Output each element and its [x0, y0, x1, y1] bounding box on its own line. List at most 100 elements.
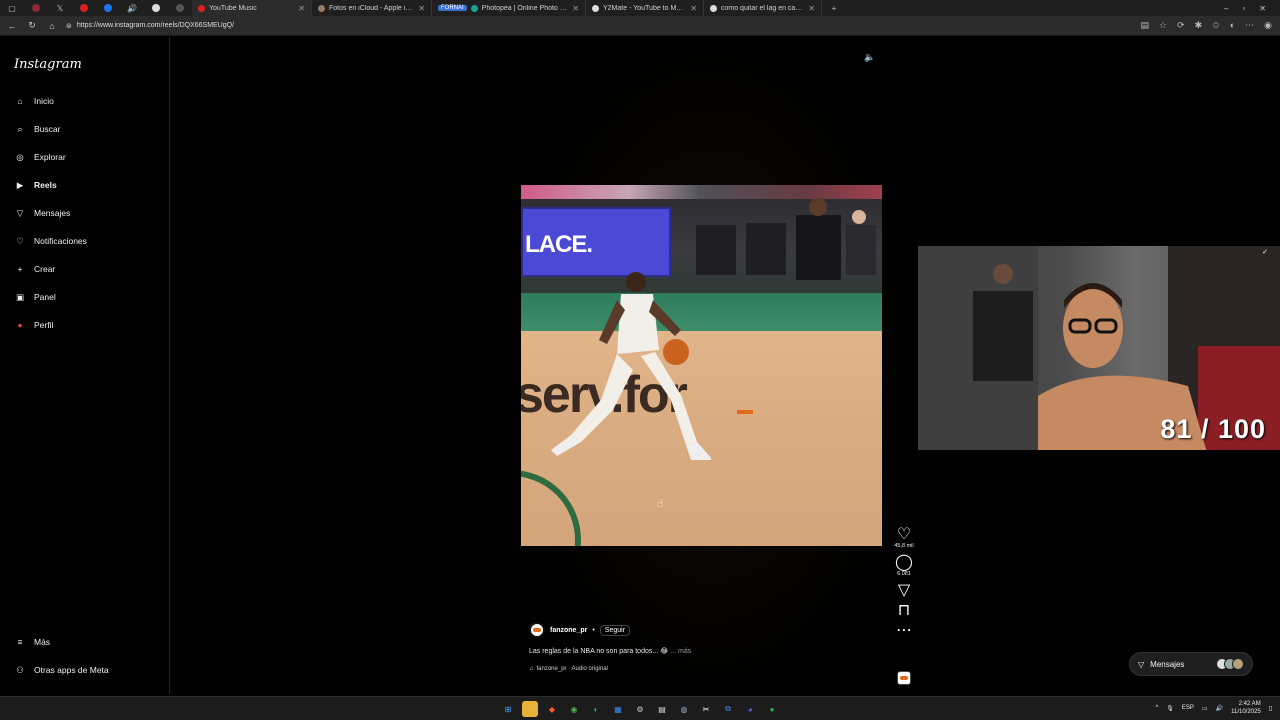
- browser-toolbar: ▤ ☆ ⟳ ✱ ✩ ◐ ⋯ ◉: [1140, 20, 1274, 31]
- share-action[interactable]: ▽: [897, 582, 911, 599]
- display-icon[interactable]: ▭: [1202, 705, 1208, 712]
- new-tab-button[interactable]: +: [822, 0, 846, 16]
- reel-video[interactable]: LACE. serv.for: [521, 185, 882, 546]
- url-field[interactable]: ⊜ https://www.instagram.com/reels/DQX66S…: [66, 19, 1132, 33]
- bookmark-icon[interactable]: ⊓: [897, 602, 911, 619]
- pinned-tab-youtube[interactable]: [72, 0, 96, 16]
- extensions-icon[interactable]: ✱: [1195, 20, 1203, 31]
- home-browser-icon[interactable]: ⌂: [46, 20, 58, 32]
- tab-youtube-music[interactable]: YouTube Music ✕: [192, 0, 312, 16]
- audio-row[interactable]: ♫ fanzone_pr · Audio original: [529, 666, 869, 672]
- sidebar-item-panel[interactable]: ▣ Panel: [14, 289, 56, 305]
- close-tab-icon[interactable]: ✕: [808, 4, 815, 13]
- close-tab-icon[interactable]: ✕: [418, 4, 425, 13]
- language-indicator[interactable]: ESP: [1182, 705, 1194, 711]
- pinned-tab-chrome[interactable]: [144, 0, 168, 16]
- url-text[interactable]: https://www.instagram.com/reels/DQX66SME…: [77, 22, 234, 29]
- heart-icon[interactable]: ♡: [897, 526, 911, 543]
- edge-icon[interactable]: ◐: [588, 701, 604, 717]
- steam-icon[interactable]: ◍: [676, 701, 692, 717]
- sidebar-item-crear[interactable]: + Crear: [14, 261, 56, 277]
- edge-copilot-icon[interactable]: ◉: [1264, 20, 1272, 31]
- close-window-icon[interactable]: ✕: [1259, 4, 1266, 13]
- sidebar-item-reels[interactable]: ▶ Reels: [14, 177, 57, 193]
- reel-post-meta: fanzone_pr • Seguir Las reglas de la NBA…: [529, 622, 869, 672]
- back-icon[interactable]: ←: [6, 20, 18, 32]
- notifications-icon[interactable]: ▯: [1269, 705, 1272, 712]
- site-info-icon[interactable]: ⊜: [66, 22, 72, 30]
- sidebar-item-buscar[interactable]: ⌕ Buscar: [14, 121, 61, 137]
- audio-thumbnail[interactable]: [897, 671, 911, 685]
- settings-icon[interactable]: ⚙: [632, 701, 648, 717]
- author-avatar[interactable]: [529, 622, 545, 638]
- pinned-tab[interactable]: [24, 0, 48, 16]
- pinned-tab-facebook[interactable]: [96, 0, 120, 16]
- more-icon[interactable]: ⋯: [1245, 20, 1254, 31]
- refresh-icon[interactable]: ↻: [26, 20, 38, 32]
- clock-date: 11/10/2025: [1231, 709, 1261, 715]
- comment-action[interactable]: ◯ 6.081: [895, 554, 913, 577]
- tab-icloud[interactable]: Fotos en iCloud - Apple iCloud ✕: [312, 0, 432, 16]
- pinned-tab-x[interactable]: 𝕏: [48, 0, 72, 16]
- file-explorer-icon[interactable]: [522, 701, 538, 717]
- sidebar-item-inicio[interactable]: ⌂ Inicio: [14, 93, 53, 109]
- taskbar-clock[interactable]: 2:42 AM 11/10/2025: [1231, 700, 1261, 716]
- minimize-icon[interactable]: –: [1224, 4, 1228, 13]
- home-icon: ⌂: [17, 96, 23, 106]
- google-icon: [710, 4, 717, 12]
- browser-tab-strip: ▢ 𝕏 🔊 YouTube Music ✕ Fotos en iCloud - …: [0, 0, 1280, 16]
- chrome-icon[interactable]: ◉: [566, 701, 582, 717]
- close-tab-icon[interactable]: ✕: [572, 4, 579, 13]
- copilot-icon[interactable]: ◐: [1230, 20, 1235, 31]
- capcut-icon[interactable]: ✂: [698, 701, 714, 717]
- spotify-icon[interactable]: ●: [764, 701, 780, 717]
- sidebar-item-mas[interactable]: ≡ Más: [14, 634, 51, 650]
- brave-icon[interactable]: ◆: [544, 701, 560, 717]
- favorite-star-icon[interactable]: ☆: [1159, 20, 1167, 31]
- close-tab-icon[interactable]: ✕: [298, 4, 305, 13]
- sidebar-item-meta-apps[interactable]: ⚇ Otras apps de Meta: [14, 662, 108, 678]
- sidebar-item-perfil[interactable]: ● Perfil: [14, 317, 53, 333]
- send-icon[interactable]: ▽: [897, 582, 911, 599]
- more-action[interactable]: ⋯: [896, 622, 912, 639]
- favorites-icon[interactable]: ✩: [1212, 20, 1220, 31]
- tab-actions-icon[interactable]: ▢: [0, 0, 24, 16]
- avatar: [1232, 658, 1244, 670]
- avatar-icon: ●: [17, 320, 23, 330]
- speaker-icon[interactable]: 🔊: [1216, 705, 1223, 712]
- messages-label: Mensajes: [1150, 659, 1185, 669]
- notepad-icon[interactable]: ▤: [654, 701, 670, 717]
- photos-icon[interactable]: ▦: [610, 701, 626, 717]
- windows-start-icon[interactable]: ⊞: [500, 701, 516, 717]
- sidebar-item-mensajes[interactable]: ▽ Mensajes: [14, 205, 71, 221]
- chevron-up-icon[interactable]: ^: [1155, 705, 1158, 711]
- tab-y2mate[interactable]: Y2Mate - YouTube to MP3 Conv... ✕: [586, 0, 704, 16]
- restore-icon[interactable]: ▫: [1242, 4, 1245, 13]
- tab-google-search[interactable]: como quitar el lag en capcut pc... ✕: [704, 0, 822, 16]
- messages-pill[interactable]: ▽ Mensajes: [1129, 652, 1253, 676]
- pinned-tab-audio[interactable]: 🔊: [120, 0, 144, 16]
- sidebar-item-notificaciones[interactable]: ♡ Notificaciones: [14, 233, 87, 249]
- more-options-icon[interactable]: ⋯: [896, 622, 912, 639]
- audio-label[interactable]: fanzone_pr · Audio original: [537, 666, 608, 672]
- sidebar-item-label: Perfil: [34, 320, 54, 330]
- comment-icon[interactable]: ◯: [895, 554, 913, 571]
- sidebar-item-explorar[interactable]: ◎ Explorar: [14, 149, 65, 165]
- pinned-tab-grey[interactable]: [168, 0, 192, 16]
- author-name[interactable]: fanzone_pr: [550, 627, 587, 634]
- save-action[interactable]: ⊓: [897, 602, 911, 619]
- tab-photopea[interactable]: FORNAI Photopea | Online Photo Editor ✕: [432, 0, 586, 16]
- tab-group-badge[interactable]: FORNAI: [438, 5, 467, 11]
- follow-button[interactable]: Seguir: [599, 624, 631, 636]
- discord-icon[interactable]: ◕: [742, 701, 758, 717]
- sync-icon[interactable]: ⟳: [1177, 20, 1185, 31]
- like-action[interactable]: ♡ 45,8 mil: [894, 526, 913, 549]
- instagram-logo[interactable]: Instagram: [14, 57, 82, 72]
- volume-icon[interactable]: 🔈: [864, 51, 876, 63]
- read-mode-icon[interactable]: ▤: [1140, 20, 1149, 31]
- music-note-icon: ♫: [529, 666, 534, 672]
- microphone-icon[interactable]: 🎙: [1166, 705, 1174, 712]
- caption-more-link[interactable]: ... más: [670, 648, 691, 655]
- close-tab-icon[interactable]: ✕: [690, 4, 697, 13]
- app-icon[interactable]: ⧉: [720, 701, 736, 717]
